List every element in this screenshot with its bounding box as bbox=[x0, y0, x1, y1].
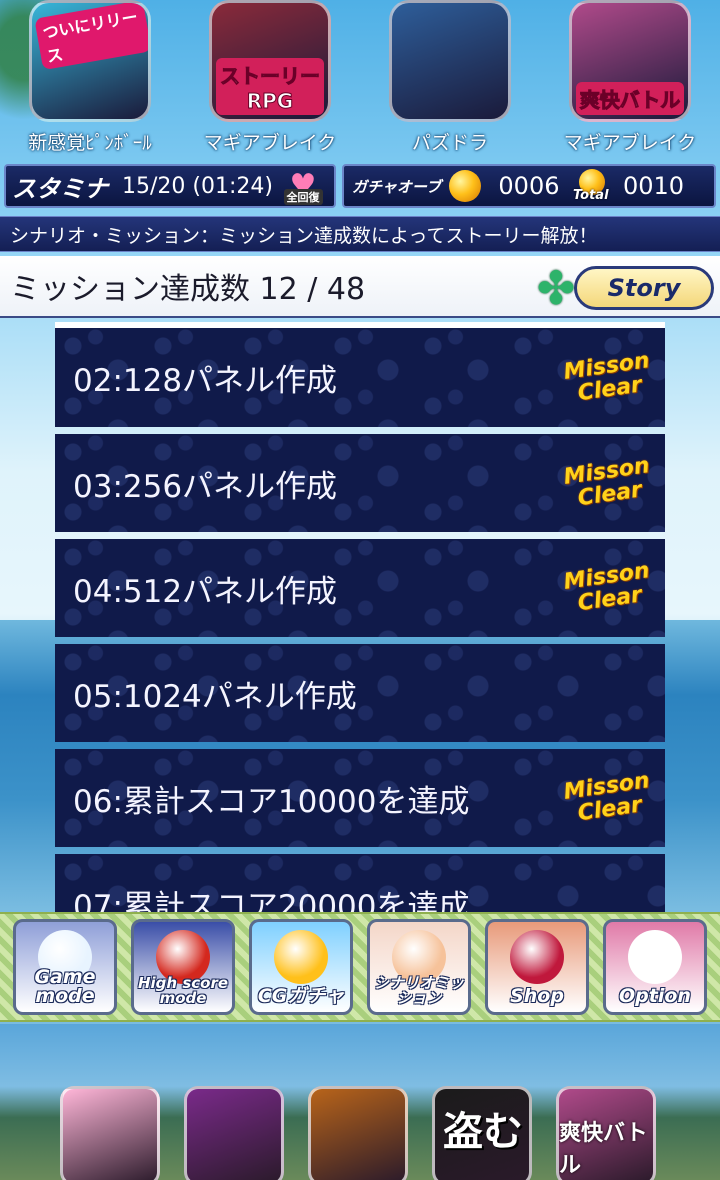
ad-label: マギアブレイク bbox=[203, 132, 337, 154]
doll-icon[interactable] bbox=[60, 1086, 160, 1180]
stamina-label: スタミナ bbox=[12, 174, 108, 203]
mission-text: 03:256パネル作成 bbox=[73, 468, 338, 505]
frog-icon[interactable]: ついにリリース bbox=[29, 0, 151, 122]
total-label: Total bbox=[572, 188, 609, 203]
orb-icon bbox=[448, 170, 481, 202]
mission-count-title: ミッション達成数 12 / 48 bbox=[10, 272, 366, 307]
stamina-value: 15/20 (01:24) bbox=[122, 173, 273, 199]
release-badge: ついにリリース bbox=[34, 3, 148, 71]
mission-text: 04:512パネル作成 bbox=[73, 573, 338, 610]
story-button[interactable]: Story ✤ bbox=[528, 262, 714, 314]
orb-icon bbox=[274, 930, 328, 984]
stamina-panel: スタミナ 15/20 (01:24) ♥ 全回復 bbox=[4, 164, 336, 208]
gear-icon bbox=[628, 930, 682, 984]
blank-icon[interactable] bbox=[389, 0, 511, 122]
full-heal-label: 全回復 bbox=[283, 189, 323, 205]
nav-label: Option bbox=[619, 985, 691, 1007]
mission-row[interactable]: 06:累計スコア10000を達成 Misson Clear bbox=[55, 749, 665, 847]
ad-big-text: 盗む bbox=[443, 1109, 523, 1155]
mission-clear-badge: Misson Clear bbox=[561, 453, 651, 512]
ad-text: 爽快バトル bbox=[559, 1121, 648, 1178]
nav-label: Shop bbox=[510, 985, 564, 1007]
status-bar: スタミナ 15/20 (01:24) ♥ 全回復 ガチャオーブ 0006 Tot… bbox=[0, 164, 720, 210]
mission-row[interactable]: 03:256パネル作成 Misson Clear bbox=[55, 434, 665, 532]
girl-icon[interactable]: ストーリーRPG bbox=[209, 0, 331, 122]
info-banner: シナリオ・ミッション：ミッション達成数によってストーリー解放！ bbox=[0, 216, 720, 252]
ad-label: 新感覚ﾋﾟﾝﾎﾞｰﾙ bbox=[28, 132, 152, 154]
top-ad-3[interactable]: 爽快バトル マギアブレイク bbox=[540, 0, 720, 160]
story-label: Story bbox=[574, 266, 714, 310]
potion-icon bbox=[510, 930, 564, 984]
bottom-nav: Game mode High score mode CGガチャ シナリオミッショ… bbox=[0, 912, 720, 1022]
mission-header: ミッション達成数 12 / 48 Story ✤ bbox=[0, 256, 720, 318]
mission-row[interactable]: 02:128パネル作成 Misson Clear bbox=[55, 328, 665, 427]
total-value: 0010 bbox=[622, 172, 685, 200]
ad-badge: 爽快バトル bbox=[576, 82, 684, 115]
orb-label: ガチャオーブ bbox=[352, 177, 441, 196]
goblin-icon[interactable]: 盗む bbox=[432, 1086, 532, 1180]
total-orb-icon: Total bbox=[573, 169, 613, 203]
mission-text: 05:1024パネル作成 bbox=[73, 678, 357, 715]
top-ad-2[interactable]: パズドラ bbox=[360, 0, 540, 160]
ad-label: マギアブレイク bbox=[563, 132, 697, 154]
mission-clear-badge: Misson Clear bbox=[561, 768, 651, 827]
nav-label: High score mode bbox=[137, 974, 229, 1007]
nav-label: Game mode bbox=[34, 966, 96, 1007]
high-score-mode-button[interactable]: High score mode bbox=[131, 919, 235, 1015]
nav-label: シナリオミッション bbox=[373, 974, 464, 1007]
orb-panel: ガチャオーブ 0006 Total 0010 bbox=[342, 164, 716, 208]
top-ad-row: ついにリリース 新感覚ﾋﾟﾝﾎﾞｰﾙ ストーリーRPG マギアブレイク パズドラ… bbox=[0, 0, 720, 160]
mission-list[interactable]: 02:128パネル作成 Misson Clear 03:256パネル作成 Miss… bbox=[55, 322, 665, 912]
ad-badge: ストーリーRPG bbox=[216, 58, 324, 115]
mission-row[interactable]: 07:累計スコア20000を達成 bbox=[55, 854, 665, 912]
mission-text: 02:128パネル作成 bbox=[73, 363, 338, 399]
bottom-ad-row: 盗む 爽快バトル bbox=[60, 1086, 670, 1180]
mission-clear-badge: Misson Clear bbox=[561, 558, 651, 617]
girl-icon[interactable]: 爽快バトル bbox=[556, 1086, 656, 1180]
shop-button[interactable]: Shop bbox=[485, 919, 589, 1015]
clover-icon: ✤ bbox=[536, 261, 576, 315]
mission-text: 06:累計スコア10000を達成 bbox=[73, 783, 470, 820]
warrior-icon[interactable] bbox=[308, 1086, 408, 1180]
scenario-mission-button[interactable]: シナリオミッション bbox=[367, 919, 471, 1015]
girl-icon[interactable]: 爽快バトル bbox=[569, 0, 691, 122]
cg-gacha-button[interactable]: CGガチャ bbox=[249, 919, 353, 1015]
game-mode-button[interactable]: Game mode bbox=[13, 919, 117, 1015]
nav-label: CGガチャ bbox=[257, 985, 345, 1007]
mission-clear-badge: Misson Clear bbox=[561, 347, 651, 406]
full-heal-button[interactable]: ♥ 全回復 bbox=[278, 167, 328, 205]
mission-row[interactable]: 05:1024パネル作成 bbox=[55, 644, 665, 742]
mission-row[interactable]: 04:512パネル作成 Misson Clear bbox=[55, 539, 665, 637]
mission-text: 07:累計スコア20000を達成 bbox=[73, 888, 470, 913]
top-ad-1[interactable]: ストーリーRPG マギアブレイク bbox=[180, 0, 360, 160]
monster-icon[interactable] bbox=[184, 1086, 284, 1180]
ad-label: パズドラ bbox=[411, 132, 488, 154]
top-ad-0[interactable]: ついにリリース 新感覚ﾋﾟﾝﾎﾞｰﾙ bbox=[0, 0, 180, 160]
option-button[interactable]: Option bbox=[603, 919, 707, 1015]
orb-value: 0006 bbox=[498, 172, 560, 200]
